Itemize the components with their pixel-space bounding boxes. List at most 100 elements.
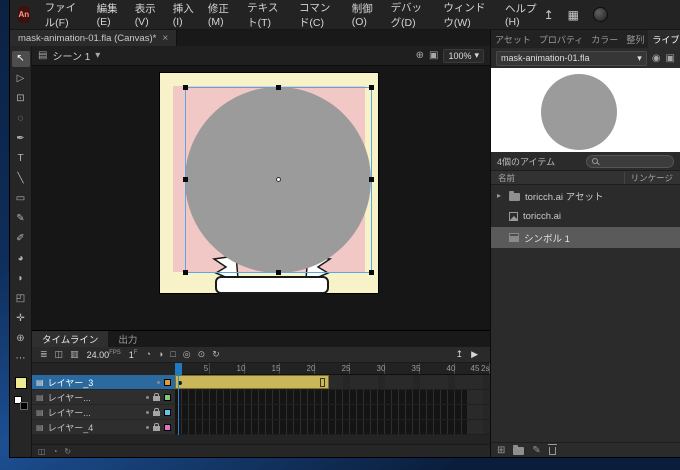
zoom-tool[interactable]: ⊕ [12,331,30,347]
playhead[interactable] [175,363,182,375]
frame-span[interactable] [175,390,467,404]
visibility-dot-icon[interactable] [146,425,149,429]
transform-center-point[interactable] [275,177,281,182]
selection-bounding-box[interactable] [183,85,374,275]
current-frame-indicator[interactable]: 1F [129,350,138,360]
frame-row-layer-2[interactable] [175,390,490,405]
column-linkage[interactable]: リンケージ [623,171,673,184]
layer-outline-color-chip[interactable] [164,393,171,401]
library-item-folder[interactable]: ▸ toricch.ai アセット [491,185,680,206]
fps-indicator[interactable]: 24.00FPS [87,350,121,360]
layer-outline-color-chip[interactable] [164,378,171,386]
eraser-tool[interactable]: ◰ [12,291,30,307]
menu-modify[interactable]: 修正(M) [201,0,240,30]
loop-icon[interactable]: ↻ [64,447,71,456]
new-symbol-icon[interactable]: ⊞ [497,445,505,456]
pin-library-icon[interactable]: ◉ [652,53,661,64]
menu-view[interactable]: 表示(V) [128,0,166,30]
more-tools-button[interactable]: ⋯ [12,351,30,367]
tab-color[interactable]: カラー [587,30,622,48]
library-document-select[interactable]: mask-animation-01.fla ▾ [496,50,647,66]
edit-multiple-frames-icon[interactable]: □ [170,349,175,360]
hand-tool[interactable]: ✛ [12,311,30,327]
layer-outline-color-chip[interactable] [164,408,171,416]
new-library-panel-icon[interactable]: ▣ [666,53,675,64]
menu-debug[interactable]: デバッグ(D) [384,0,437,30]
menu-help[interactable]: ヘルプ(H) [498,0,544,30]
onion-skin-icon[interactable]: ◔ [53,447,58,456]
camera-icon[interactable]: ◫ [55,349,64,360]
tab-timeline[interactable]: タイムライン [32,331,109,347]
layer-row-2[interactable]: ▤ レイヤー... [32,390,175,405]
layer-row-1[interactable]: ▤ レイヤー... [32,405,175,420]
menu-window[interactable]: ウィンドウ(W) [436,0,498,30]
tab-align[interactable]: 整列 [622,30,648,48]
workspace-icon[interactable]: ▦ [568,8,579,22]
transform-handle[interactable] [183,270,188,275]
pencil-tool[interactable]: ✎ [12,211,30,227]
clip-content-icon[interactable]: ▣ [429,50,438,61]
frame-row-layer-4[interactable] [175,420,490,435]
center-stage-icon[interactable]: ⊕ [416,50,424,61]
tab-assets[interactable]: アセット [491,30,535,48]
column-name[interactable]: 名前 [498,172,515,184]
transform-handle[interactable] [275,270,281,275]
onion-skin-icon[interactable]: ◔ [145,349,150,360]
onion-outline-icon[interactable]: ◑ [158,349,163,360]
pen-tool[interactable]: ✒ [12,131,30,147]
line-tool[interactable]: ╲ [12,171,30,187]
visibility-dot-icon[interactable] [146,395,149,399]
library-search-input[interactable] [586,154,674,168]
lock-icon[interactable] [153,407,160,416]
lock-icon[interactable] [153,392,160,401]
tab-library[interactable]: ライブラリ [648,30,680,48]
transform-handle[interactable] [369,85,374,90]
transform-handle[interactable] [369,177,374,182]
free-transform-tool[interactable]: ⊡ [12,91,30,107]
menu-edit[interactable]: 編集(E) [90,0,128,30]
delete-icon[interactable] [547,444,557,455]
center-frame-icon[interactable]: ◫ [38,447,46,456]
new-folder-icon[interactable] [513,445,525,455]
loop-icon[interactable]: ↻ [212,349,220,360]
tween-span[interactable] [175,375,329,389]
visibility-dot-icon[interactable] [157,380,160,384]
lasso-tool[interactable]: ◌ [12,111,30,127]
menu-control[interactable]: 制御(O) [345,0,384,30]
menu-file[interactable]: ファイル(F) [38,0,90,30]
edit-scene-icon[interactable]: ▤ [38,50,47,61]
frame-span[interactable] [175,420,467,434]
frame-span[interactable] [175,405,467,419]
layers-icon[interactable]: ≣ [40,349,48,360]
brush-tool[interactable]: ✐ [12,231,30,247]
play-icon[interactable]: ▶ [471,349,478,360]
frame-row-layer-1[interactable] [175,405,490,420]
rectangle-tool[interactable]: ▭ [12,191,30,207]
center-playhead-icon[interactable]: ◎ [183,349,191,360]
layer-outline-color-chip[interactable] [164,423,171,431]
library-item-asset[interactable]: ▸ toricch.ai [491,206,680,227]
layer-row-3[interactable]: ▤ レイヤー_3 [32,375,175,390]
paint-bucket-tool[interactable]: ◕ [12,251,30,267]
span-end-marker[interactable] [320,378,325,387]
chevron-down-icon[interactable]: ▾ [95,50,100,61]
layer-row-4[interactable]: ▤ レイヤー_4 [32,420,175,435]
menu-insert[interactable]: 挿入(I) [166,0,201,30]
library-item-symbol[interactable]: ▸ シンボル 1 [491,227,680,248]
canvas[interactable] [160,73,378,294]
expander-icon[interactable]: ▸ [497,191,504,200]
frames-area[interactable]: 5 10 15 20 25 30 35 40 45 2s [175,363,490,435]
frame-ruler[interactable]: 5 10 15 20 25 30 35 40 45 2s [175,363,490,375]
lock-icon[interactable] [153,422,160,431]
selection-tool[interactable]: ↖ [11,51,30,67]
layer-depth-icon[interactable]: ▥ [70,349,79,360]
text-tool[interactable]: T [12,151,30,167]
tab-output[interactable]: 出力 [108,331,147,347]
subselection-tool[interactable]: ▷ [12,71,30,87]
tab-properties[interactable]: プロパティ [535,30,587,48]
transform-handle[interactable] [369,270,374,275]
menu-commands[interactable]: コマンド(C) [292,0,345,30]
animate-logo-icon[interactable]: An [18,6,30,23]
zoom-select[interactable]: 100% ▾ [443,48,484,63]
menu-text[interactable]: テキスト(T) [240,0,292,30]
